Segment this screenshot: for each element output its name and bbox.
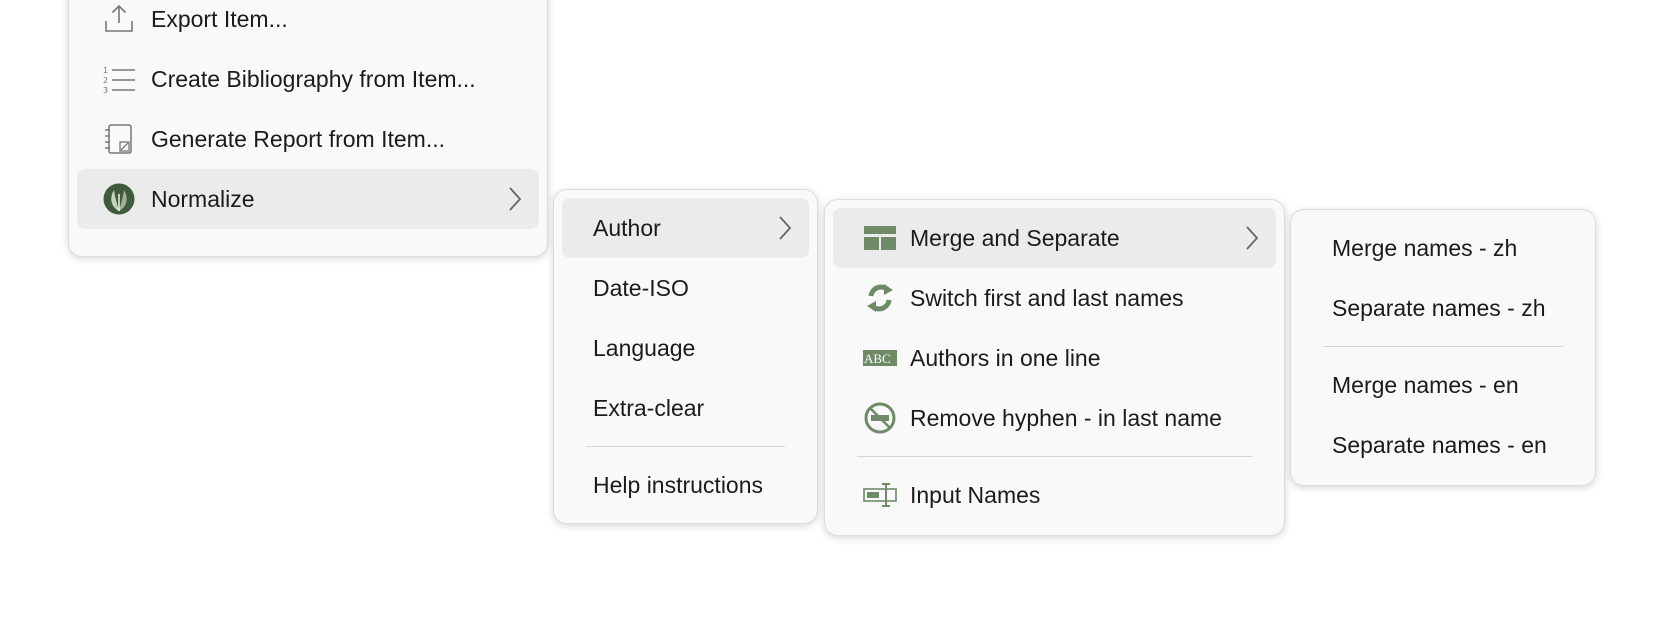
menu-item-label: Merge names - zh (1332, 234, 1518, 261)
svg-text:1: 1 (103, 66, 108, 75)
menu-item-remove-hyphen[interactable]: Remove hyphen - in last name (833, 388, 1276, 448)
menu-item-create-bibliography[interactable]: 1 2 3 Create Bibliography from Item... (77, 49, 539, 109)
switch-names-icon (862, 280, 898, 316)
menu-separator (1323, 346, 1563, 347)
menu-item-label: Switch first and last names (910, 284, 1184, 311)
menu-item-merge-names-en[interactable]: Merge names - en (1299, 355, 1587, 415)
menu-item-help-instructions[interactable]: Help instructions (562, 455, 809, 515)
menu-item-author[interactable]: Author (562, 198, 809, 258)
menu-item-label: Authors in one line (910, 344, 1101, 371)
menu-item-label: Merge names - en (1332, 371, 1519, 398)
menu-item-label: Author (593, 214, 661, 241)
remove-hyphen-icon (862, 400, 898, 436)
menu-item-label: Export Item... (151, 5, 288, 32)
menu-item-generate-report[interactable]: Generate Report from Item... (77, 109, 539, 169)
item-context-menu: Export Item... 1 2 3 Create Bibliography… (68, 0, 548, 257)
menu-item-label: Generate Report from Item... (151, 125, 446, 152)
menu-item-separate-names-en[interactable]: Separate names - en (1299, 415, 1587, 475)
chevron-right-icon (505, 184, 525, 214)
menu-item-export-item[interactable]: Export Item... (77, 0, 539, 49)
menu-item-date-iso[interactable]: Date-ISO (562, 258, 809, 318)
menu-separator (586, 446, 785, 447)
menu-item-label: Separate names - en (1332, 431, 1547, 458)
abc-text-icon: ABC (862, 340, 898, 376)
menu-item-extra-clear[interactable]: Extra-clear (562, 378, 809, 438)
menu-item-separate-names-zh[interactable]: Separate names - zh (1299, 278, 1587, 338)
menu-item-label: Remove hyphen - in last name (910, 404, 1222, 431)
chevron-right-icon (1242, 223, 1262, 253)
menu-item-label: Merge and Separate (910, 224, 1120, 251)
menu-item-normalize[interactable]: Normalize (77, 169, 539, 229)
svg-text:3: 3 (103, 86, 108, 95)
input-names-icon (862, 477, 898, 513)
menu-item-label: Extra-clear (593, 394, 705, 421)
menu-item-language[interactable]: Language (562, 318, 809, 378)
svg-text:ABC: ABC (864, 351, 891, 366)
menu-item-label: Input Names (910, 481, 1041, 508)
export-icon (101, 1, 137, 37)
menu-item-label: Help instructions (593, 471, 764, 498)
menu-item-label: Normalize (151, 185, 255, 212)
author-submenu: Merge and Separate Switch first and last… (824, 199, 1285, 536)
svg-text:2: 2 (103, 76, 108, 85)
menu-item-label: Create Bibliography from Item... (151, 65, 476, 92)
menu-separator (857, 456, 1252, 457)
menu-item-input-names[interactable]: Input Names (833, 465, 1276, 525)
menu-item-label: Separate names - zh (1332, 294, 1546, 321)
menu-item-switch-first-last-names[interactable]: Switch first and last names (833, 268, 1276, 328)
normalize-submenu: Author Date-ISO Language Extra-clear Hel… (553, 189, 818, 524)
numbered-list-icon: 1 2 3 (101, 61, 137, 97)
menu-item-label: Language (593, 334, 696, 361)
menu-item-label: Date-ISO (593, 274, 689, 301)
merge-and-separate-submenu: Merge names - zh Separate names - zh Mer… (1290, 209, 1596, 486)
merge-separate-icon (862, 220, 898, 256)
menu-item-authors-in-one-line[interactable]: ABC Authors in one line (833, 328, 1276, 388)
normalize-plugin-icon (101, 181, 137, 217)
menu-item-merge-and-separate[interactable]: Merge and Separate (833, 208, 1276, 268)
report-icon (101, 121, 137, 157)
menu-item-merge-names-zh[interactable]: Merge names - zh (1299, 218, 1587, 278)
chevron-right-icon (775, 213, 795, 243)
